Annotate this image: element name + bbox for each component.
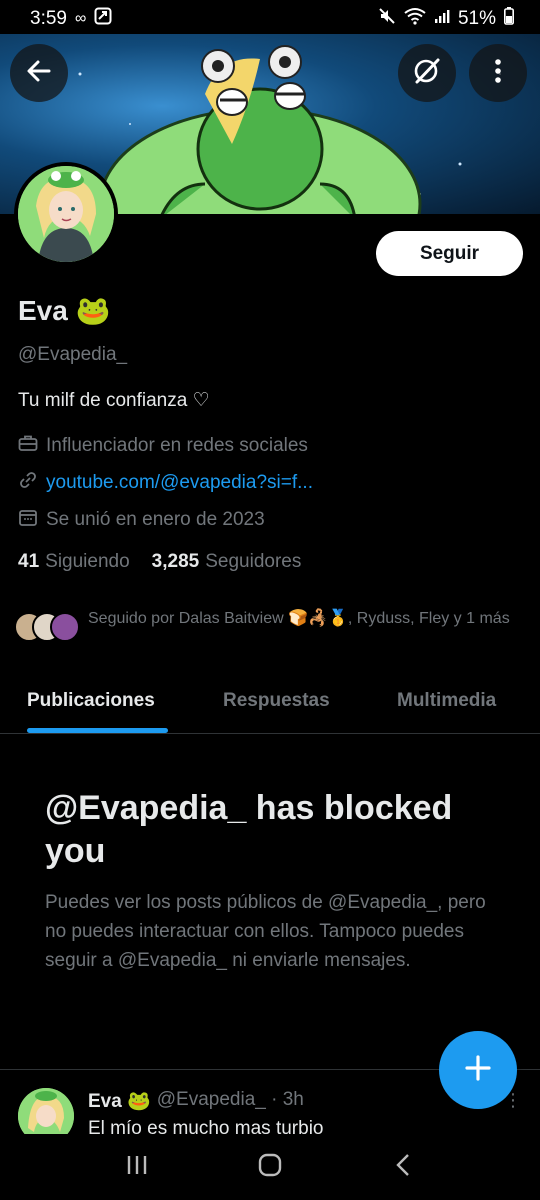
chevron-left-icon <box>393 1152 413 1183</box>
more-vertical-icon <box>493 57 503 90</box>
blocked-description: Puedes ver los posts públicos de @Evaped… <box>45 892 486 971</box>
following-count: 41 <box>18 551 40 572</box>
blocked-title: @Evapedia_ has blocked you <box>45 789 453 870</box>
profile-joined-date: Se unió en enero de 2023 <box>46 509 265 530</box>
post-header: Eva 🐸 @Evapedia_ · 3h <box>88 1089 304 1113</box>
system-navigation-bar <box>0 1134 540 1200</box>
profile-link-row[interactable]: youtube.com/@evapedia?si=f... <box>18 471 313 495</box>
link-icon <box>18 471 38 495</box>
post-text: El mío es mucho mas turbio <box>88 1118 324 1134</box>
grok-icon <box>412 56 442 91</box>
followers-label: Seguidores <box>205 551 302 572</box>
followers-count: 3,285 <box>151 551 200 572</box>
mute-icon <box>378 7 396 31</box>
profile-name: Eva 🐸 <box>18 294 111 327</box>
status-time: 3:59 <box>30 8 67 29</box>
profile-stats: 41 Siguiendo 3,285 Seguidores <box>18 551 301 573</box>
following-label: Siguiendo <box>45 551 130 572</box>
profile-display-name: Eva <box>18 294 68 326</box>
back-nav-button[interactable] <box>383 1147 423 1187</box>
frog-emoji: 🐸 <box>75 295 111 326</box>
back-button[interactable] <box>10 44 68 102</box>
infinity-icon: ∞ <box>74 10 87 27</box>
mutual-follower-avatars <box>14 608 80 646</box>
wifi-icon <box>404 7 426 31</box>
grok-button[interactable] <box>398 44 456 102</box>
profile-joined-row: Se unió en enero de 2023 <box>18 508 265 532</box>
following-stat[interactable]: 41 Siguiendo <box>18 551 130 573</box>
profile-handle: @Evapedia_ <box>18 344 128 365</box>
home-icon <box>257 1152 283 1183</box>
briefcase-icon <box>18 434 38 458</box>
profile-category: Influenciador en redes sociales <box>46 435 308 456</box>
plus-icon <box>463 1053 493 1088</box>
mutual-avatar <box>50 612 80 642</box>
tab-publicaciones[interactable]: Publicaciones <box>27 690 155 712</box>
avatar-image <box>18 166 114 262</box>
profile-tabs: Publicaciones Respuestas Multimedia <box>0 672 540 734</box>
signal-icon <box>434 8 450 30</box>
arrow-left-icon <box>25 57 53 90</box>
status-left: 3:59 ∞ <box>30 7 112 31</box>
more-options-button[interactable] <box>469 44 527 102</box>
profile-avatar[interactable] <box>14 162 118 266</box>
tab-respuestas[interactable]: Respuestas <box>223 690 330 712</box>
status-right: 51% <box>378 7 514 31</box>
compose-button[interactable] <box>439 1031 517 1109</box>
app-notification-icon <box>94 7 112 31</box>
post-avatar[interactable] <box>18 1088 74 1134</box>
recent-apps-button[interactable] <box>117 1147 157 1187</box>
status-bar: 3:59 ∞ 51% <box>0 0 540 38</box>
followed-by-row[interactable]: Seguido por Dalas Baitview 🍞🦂🥇, Ryduss, … <box>14 608 524 646</box>
follow-button[interactable]: Seguir <box>376 231 523 276</box>
tab-multimedia[interactable]: Multimedia <box>397 690 496 712</box>
recent-apps-icon <box>124 1153 150 1182</box>
post-author-name[interactable]: Eva 🐸 <box>88 1089 151 1113</box>
calendar-icon <box>18 508 38 532</box>
profile-category-row: Influenciador en redes sociales <box>18 434 308 458</box>
battery-percent: 51% <box>457 8 496 29</box>
post-handle-time: @Evapedia_ · 3h <box>156 1089 304 1110</box>
home-button[interactable] <box>250 1147 290 1187</box>
battery-icon <box>504 7 514 31</box>
active-tab-indicator <box>27 728 168 733</box>
followed-by-text: Seguido por Dalas Baitview 🍞🦂🥇, Ryduss, … <box>88 610 510 627</box>
followers-stat[interactable]: 3,285 Seguidores <box>152 551 302 573</box>
profile-website-link[interactable]: youtube.com/@evapedia?si=f... <box>46 472 313 494</box>
profile-bio: Tu milf de confianza ♡ <box>18 390 210 411</box>
